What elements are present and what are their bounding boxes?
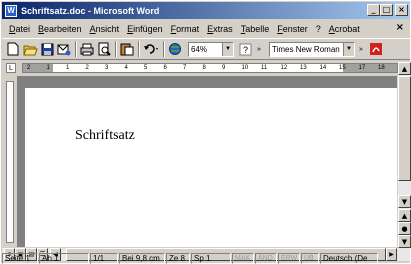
scroll-up-icon[interactable]: ▲ xyxy=(398,62,411,75)
ruler-tick-label: 4 xyxy=(124,65,128,71)
ruler-tick-label: 14 xyxy=(319,65,327,71)
print-preview-icon[interactable] xyxy=(96,41,112,57)
toolbar-separator xyxy=(75,41,77,57)
standard-toolbar: 64% ▼ ? » Times New Roman ▼ » xyxy=(2,38,410,60)
ruler-tick-label: 12 xyxy=(280,65,288,71)
window-title: Schriftsatz.doc - Microsoft Word xyxy=(21,5,160,16)
pdf-icon[interactable] xyxy=(368,41,384,57)
menu-help[interactable]: ? xyxy=(312,24,325,34)
new-document-icon[interactable] xyxy=(5,41,21,57)
document-close-icon[interactable]: × xyxy=(396,22,404,33)
vertical-scroll-thumb[interactable] xyxy=(398,76,411,181)
help-glyph: ? xyxy=(242,45,247,55)
ruler-tick-label: 15 xyxy=(339,65,346,71)
next-page-icon[interactable]: ▼ xyxy=(398,235,411,248)
chevron-down-icon[interactable]: ▼ xyxy=(222,42,233,56)
word-window: W Schriftsatz.doc - Microsoft Word _ □ ×… xyxy=(0,0,411,264)
ruler-tick-label: 3 xyxy=(105,65,109,71)
ruler-tick-label: 8 xyxy=(202,65,206,71)
close-button[interactable]: × xyxy=(395,4,408,16)
menu-bar: Datei Bearbeiten Ansicht Einfügen Format… xyxy=(2,21,410,37)
document-text[interactable]: Schriftsatz xyxy=(75,128,135,144)
status-line: Ze 8 xyxy=(166,252,190,264)
vertical-scrollbar[interactable]: ▲ ▼ ▲ ● ▼ xyxy=(398,62,411,248)
scroll-down-icon[interactable]: ▼ xyxy=(398,195,411,208)
ruler-tick-label: 11 xyxy=(261,65,268,71)
status-bar: Seite 1 Ab 1 1/1 Bei 9,8 cm Ze 8 Sp 1 MA… xyxy=(2,252,410,264)
browse-object-icon[interactable]: ● xyxy=(398,222,411,235)
ruler-tick-label: 9 xyxy=(222,65,226,71)
previous-page-icon[interactable]: ▲ xyxy=(398,209,411,222)
help-icon[interactable]: ? xyxy=(237,41,253,57)
menu-bearbeiten[interactable]: Bearbeiten xyxy=(34,24,86,34)
email-icon[interactable] xyxy=(56,41,72,57)
ruler-tick-label: 1 xyxy=(46,65,50,71)
ruler-margin-right xyxy=(343,64,397,72)
title-bar[interactable]: W Schriftsatz.doc - Microsoft Word _ □ × xyxy=(2,2,410,19)
paste-icon[interactable] xyxy=(119,41,135,57)
horizontal-ruler-bar: L 2 1 1 2 3 4 5 6 7 8 9 10 11 12 13 14 15 17 18 xyxy=(2,61,410,75)
status-overtype[interactable]: ÜB xyxy=(301,252,319,264)
font-name: Times New Roman xyxy=(272,44,340,54)
zoom-value: 64% xyxy=(191,44,208,54)
menu-acrobat[interactable]: Acrobat xyxy=(325,24,364,34)
maximize-button[interactable]: □ xyxy=(380,4,393,16)
print-icon[interactable] xyxy=(79,41,95,57)
toolbar-options-icon[interactable]: » xyxy=(254,41,264,57)
menu-extras[interactable]: Extras xyxy=(203,24,237,34)
menu-format[interactable]: Format xyxy=(167,24,204,34)
menu-tabelle[interactable]: Tabelle xyxy=(237,24,274,34)
ruler-tick-label: 1 xyxy=(66,65,70,71)
save-icon[interactable] xyxy=(39,41,55,57)
status-track-changes[interactable]: ÄND xyxy=(255,252,277,264)
vertical-ruler-bar xyxy=(4,77,16,247)
insert-table-icon[interactable] xyxy=(167,41,183,57)
ruler-tick-label: 10 xyxy=(241,65,249,71)
status-extend[interactable]: ERW xyxy=(278,252,300,264)
menu-einfuegen[interactable]: Einfügen xyxy=(123,24,167,34)
ruler-tick-label: 2 xyxy=(85,65,89,71)
ruler-tick-label: 18 xyxy=(378,65,385,71)
horizontal-ruler[interactable]: 2 1 1 2 3 4 5 6 7 8 9 10 11 12 13 14 15 17 18 xyxy=(22,63,398,73)
status-pages: 1/1 xyxy=(90,252,118,264)
vertical-ruler[interactable] xyxy=(6,81,14,243)
status-position: Bei 9,8 cm xyxy=(119,252,165,264)
toolbar-separator xyxy=(138,41,140,57)
document-page[interactable]: Schriftsatz xyxy=(25,88,397,247)
status-column: Sp 1 xyxy=(191,252,231,264)
minimize-button[interactable]: _ xyxy=(367,4,380,16)
font-select[interactable]: Times New Roman ▼ xyxy=(269,41,355,57)
open-folder-icon[interactable] xyxy=(22,41,38,57)
document-workspace[interactable]: Schriftsatz xyxy=(17,76,397,247)
zoom-select[interactable]: 64% ▼ xyxy=(188,41,234,57)
menu-datei[interactable]: Datei xyxy=(5,24,34,34)
status-macro-recorder[interactable]: MAK xyxy=(232,252,254,264)
chevron-down-icon[interactable]: ▼ xyxy=(343,42,354,56)
ruler-tick-label: 17 xyxy=(358,65,366,71)
word-app-icon[interactable]: W xyxy=(5,4,17,17)
ruler-tick-label: 5 xyxy=(144,65,148,71)
toolbar-options-icon[interactable]: » xyxy=(357,41,365,57)
ruler-tick-label: 2 xyxy=(27,65,31,71)
status-section: Ab 1 xyxy=(39,252,89,264)
menu-ansicht[interactable]: Ansicht xyxy=(86,24,124,34)
toolbar-separator xyxy=(163,41,165,57)
status-language[interactable]: Deutsch (De xyxy=(320,252,378,264)
status-page: Seite 1 xyxy=(2,252,38,264)
tab-selector-icon[interactable]: L xyxy=(6,63,16,73)
ruler-tick-label: 13 xyxy=(300,65,307,71)
menu-fenster[interactable]: Fenster xyxy=(273,24,312,34)
toolbar-separator xyxy=(115,41,117,57)
undo-icon[interactable] xyxy=(142,41,160,57)
ruler-tick-label: 6 xyxy=(163,65,167,71)
ruler-tick-label: 7 xyxy=(183,65,187,71)
